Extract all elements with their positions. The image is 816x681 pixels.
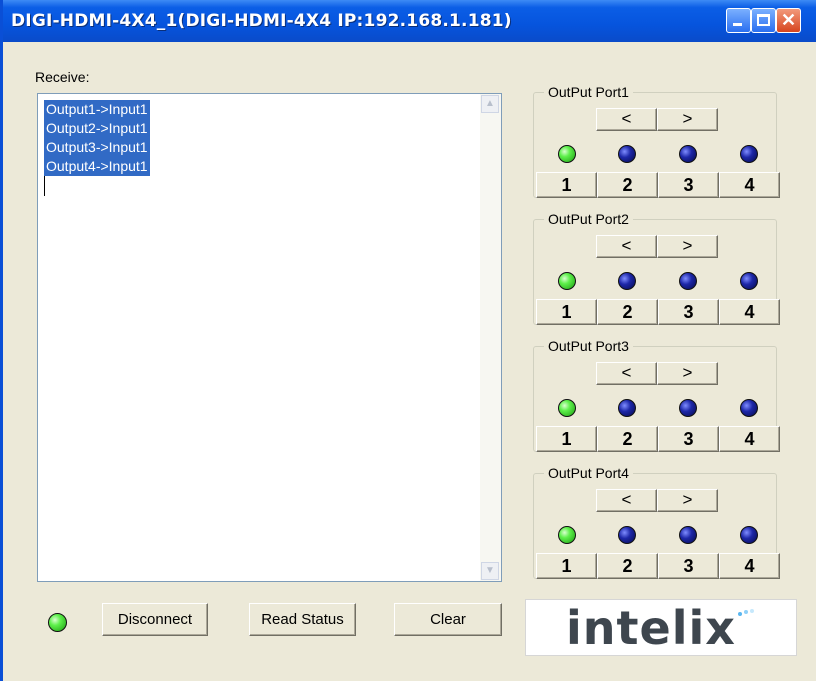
- output-port-1-group: OutPut Port1 < > 1 2 3 4: [533, 84, 780, 198]
- logo-dot-icon: [738, 612, 742, 616]
- output-port-4-group: OutPut Port4 < > 1 2 3 4: [533, 465, 780, 579]
- port-2-input-1-button[interactable]: 1: [536, 299, 597, 325]
- port-4-input-2-led: [618, 526, 636, 544]
- output-port-2-group: OutPut Port2 < > 1 2 3 4: [533, 211, 780, 325]
- port-2-next-button[interactable]: >: [657, 235, 718, 258]
- port-1-input-3-led: [679, 145, 697, 163]
- port-3-input-3-led: [679, 399, 697, 417]
- port-1-input-4-led: [740, 145, 758, 163]
- disconnect-button[interactable]: Disconnect: [102, 603, 208, 636]
- receive-textarea[interactable]: Output1->Input1 Output2->Input1 Output3-…: [37, 93, 502, 582]
- logo-dot-icon: [750, 609, 754, 613]
- close-icon: ✕: [780, 10, 797, 30]
- output-port-2-label: OutPut Port2: [544, 211, 633, 227]
- port-2-input-4-button[interactable]: 4: [719, 299, 780, 325]
- port-4-input-2-button[interactable]: 2: [597, 553, 658, 579]
- port-3-next-button[interactable]: >: [657, 362, 718, 385]
- port-2-input-4-led: [740, 272, 758, 290]
- receive-line: Output4->Input1: [44, 157, 150, 176]
- connection-status-led: [48, 613, 67, 632]
- port-4-input-1-button[interactable]: 1: [536, 553, 597, 579]
- port-1-input-1-button[interactable]: 1: [536, 172, 597, 198]
- output-port-4-label: OutPut Port4: [544, 465, 633, 481]
- port-4-prev-button[interactable]: <: [596, 489, 657, 512]
- output-port-1-label: OutPut Port1: [544, 84, 633, 100]
- port-4-input-4-led: [740, 526, 758, 544]
- maximize-icon: [757, 14, 770, 26]
- port-4-input-1-led: [558, 526, 576, 544]
- port-4-input-4-button[interactable]: 4: [719, 553, 780, 579]
- read-status-button[interactable]: Read Status: [249, 603, 356, 636]
- vertical-scrollbar[interactable]: ▲ ▼: [480, 94, 501, 581]
- maximize-button[interactable]: [751, 8, 776, 33]
- app-window: DIGI-HDMI-4X4_1(DIGI-HDMI-4X4 IP:192.168…: [0, 0, 816, 681]
- close-button[interactable]: ✕: [776, 8, 801, 33]
- port-3-input-4-led: [740, 399, 758, 417]
- port-4-next-button[interactable]: >: [657, 489, 718, 512]
- port-1-input-2-button[interactable]: 2: [597, 172, 658, 198]
- title-bar[interactable]: DIGI-HDMI-4X4_1(DIGI-HDMI-4X4 IP:192.168…: [3, 0, 816, 42]
- port-2-input-3-led: [679, 272, 697, 290]
- port-1-prev-button[interactable]: <: [596, 108, 657, 131]
- port-2-input-1-led: [558, 272, 576, 290]
- port-3-input-2-button[interactable]: 2: [597, 426, 658, 452]
- port-1-next-button[interactable]: >: [657, 108, 718, 131]
- port-3-input-1-button[interactable]: 1: [536, 426, 597, 452]
- port-2-input-2-led: [618, 272, 636, 290]
- port-3-input-1-led: [558, 399, 576, 417]
- scroll-down-icon[interactable]: ▼: [481, 562, 499, 580]
- port-4-input-3-led: [679, 526, 697, 544]
- receive-line: Output2->Input1: [44, 119, 150, 138]
- port-3-prev-button[interactable]: <: [596, 362, 657, 385]
- port-1-input-4-button[interactable]: 4: [719, 172, 780, 198]
- port-2-input-3-button[interactable]: 3: [658, 299, 719, 325]
- output-port-3-label: OutPut Port3: [544, 338, 633, 354]
- minimize-icon: [733, 23, 742, 26]
- port-3-input-2-led: [618, 399, 636, 417]
- receive-label: Receive:: [35, 69, 90, 85]
- port-3-input-4-button[interactable]: 4: [719, 426, 780, 452]
- port-1-input-1-led: [558, 145, 576, 163]
- receive-line: Output1->Input1: [44, 100, 150, 119]
- port-1-input-3-button[interactable]: 3: [658, 172, 719, 198]
- port-2-prev-button[interactable]: <: [596, 235, 657, 258]
- logo-dot-icon: [744, 610, 748, 614]
- minimize-button[interactable]: [726, 8, 751, 33]
- port-4-input-3-button[interactable]: 3: [658, 553, 719, 579]
- receive-line: Output3->Input1: [44, 138, 150, 157]
- logo-text: intelix: [566, 601, 736, 655]
- window-title: DIGI-HDMI-4X4_1(DIGI-HDMI-4X4 IP:192.168…: [11, 11, 512, 31]
- text-caret: [44, 176, 45, 196]
- port-2-input-2-button[interactable]: 2: [597, 299, 658, 325]
- port-3-input-3-button[interactable]: 3: [658, 426, 719, 452]
- output-port-3-group: OutPut Port3 < > 1 2 3 4: [533, 338, 780, 452]
- port-1-input-2-led: [618, 145, 636, 163]
- scroll-up-icon[interactable]: ▲: [481, 95, 499, 113]
- clear-button[interactable]: Clear: [394, 603, 502, 636]
- intelix-logo: intelix: [525, 599, 797, 656]
